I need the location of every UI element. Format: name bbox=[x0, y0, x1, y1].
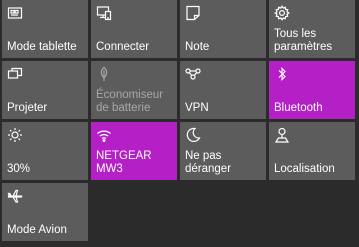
tile-label: 30% bbox=[7, 163, 31, 175]
project-icon bbox=[7, 66, 23, 82]
tile-label: VPN bbox=[185, 102, 209, 114]
connecter-tile[interactable]: Connecter bbox=[91, 0, 177, 58]
note-icon bbox=[185, 5, 201, 21]
projeter-tile[interactable]: Projeter bbox=[2, 61, 88, 119]
wifi-tile[interactable]: NETGEAR MW3 bbox=[91, 122, 177, 180]
airplane-icon bbox=[7, 188, 23, 204]
tile-label: Connecter bbox=[96, 41, 150, 53]
vpn-icon bbox=[185, 66, 201, 82]
tous-les-parametres-tile[interactable]: Tous les paramètres bbox=[269, 0, 355, 58]
mode-tablette-tile[interactable]: Mode tablette bbox=[2, 0, 88, 58]
tile-label: Mode tablette bbox=[7, 41, 77, 53]
brightness-icon bbox=[7, 127, 23, 143]
tile-label: Ne pas déranger bbox=[185, 150, 232, 175]
ne-pas-deranger-tile[interactable]: Ne pas déranger bbox=[180, 122, 266, 180]
battery-saver-icon bbox=[96, 66, 112, 82]
brightness-tile[interactable]: 30% bbox=[2, 122, 88, 180]
tile-label: Note bbox=[185, 41, 210, 53]
connect-icon bbox=[96, 5, 112, 21]
quick-actions-grid: Mode tablette Connecter Note Tous les pa… bbox=[0, 0, 359, 247]
bluetooth-tile[interactable]: Bluetooth bbox=[269, 61, 355, 119]
empty-cell bbox=[180, 183, 266, 241]
localisation-tile[interactable]: Localisation bbox=[269, 122, 355, 180]
tile-label: Localisation bbox=[274, 163, 335, 175]
empty-cell bbox=[91, 183, 177, 241]
tile-label: Mode Avion bbox=[7, 224, 67, 236]
economiseur-de-batterie-tile[interactable]: Économiseur de batterie bbox=[91, 61, 177, 119]
note-tile[interactable]: Note bbox=[180, 0, 266, 58]
tile-label: Projeter bbox=[7, 102, 48, 114]
vpn-tile[interactable]: VPN bbox=[180, 61, 266, 119]
empty-cell bbox=[269, 183, 355, 241]
tile-label: NETGEAR MW3 bbox=[96, 150, 152, 175]
mode-avion-tile[interactable]: Mode Avion bbox=[2, 183, 88, 241]
tablet-mode-icon bbox=[7, 5, 23, 21]
moon-icon bbox=[185, 127, 201, 143]
gear-icon bbox=[274, 5, 290, 21]
tile-label: Économiseur de batterie bbox=[96, 89, 164, 114]
location-icon bbox=[274, 127, 290, 143]
wifi-icon bbox=[96, 127, 112, 143]
tile-label: Tous les paramètres bbox=[274, 28, 333, 53]
bluetooth-icon bbox=[274, 66, 290, 82]
tile-label: Bluetooth bbox=[274, 102, 323, 114]
